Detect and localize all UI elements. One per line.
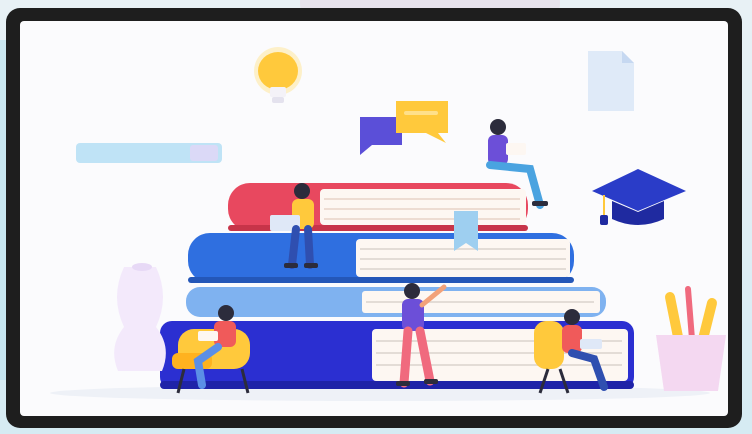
illustration-panel [20,21,728,416]
lightbulb-icon [254,47,302,103]
book-light-blue [186,287,606,317]
pencil-cup-icon [656,286,726,391]
education-illustration [50,47,726,401]
picture-frame [6,8,742,428]
chat-bubble-icon [360,101,448,155]
vase-icon [114,263,166,371]
document-icon [588,51,634,111]
graduation-cap-icon [592,169,686,225]
page [0,0,752,434]
